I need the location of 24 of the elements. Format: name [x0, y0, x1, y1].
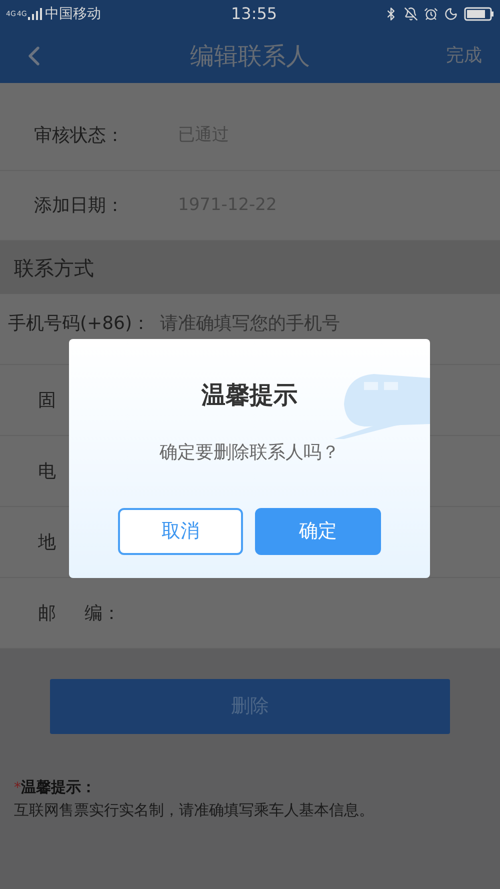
clock-time: 13:55 [231, 3, 278, 25]
moon-icon [444, 7, 458, 21]
section-title: 联系方式 [14, 254, 94, 282]
field-label: 手机号码(+86)： [8, 312, 150, 336]
battery-icon [464, 7, 494, 21]
done-button[interactable]: 完成 [446, 42, 482, 69]
field-label: 审核状态： [34, 124, 125, 148]
required-mark: * [14, 779, 21, 798]
field-label: 地 [38, 530, 56, 554]
tip-text: 互联网售票实行实名制，请准确填写乘车人基本信息。 [14, 800, 375, 821]
page-title: 编辑联系人 [190, 40, 310, 72]
cancel-button[interactable]: 取消 [118, 508, 243, 555]
field-label: 固 [38, 388, 56, 412]
tip-title: 温馨提示： [21, 777, 96, 798]
dialog-message: 确定要删除联系人吗？ [160, 441, 340, 465]
field-label: 邮 编： [38, 602, 121, 626]
field-label: 电 [38, 460, 56, 484]
bell-off-icon [404, 7, 418, 21]
signal-icon [28, 8, 42, 20]
dialog-title: 温馨提示 [202, 380, 298, 411]
alarm-icon [424, 7, 438, 21]
field-label: 添加日期： [34, 194, 125, 218]
confirm-button[interactable]: 确定 [255, 508, 381, 555]
carrier-name: 中国移动 [44, 4, 101, 24]
